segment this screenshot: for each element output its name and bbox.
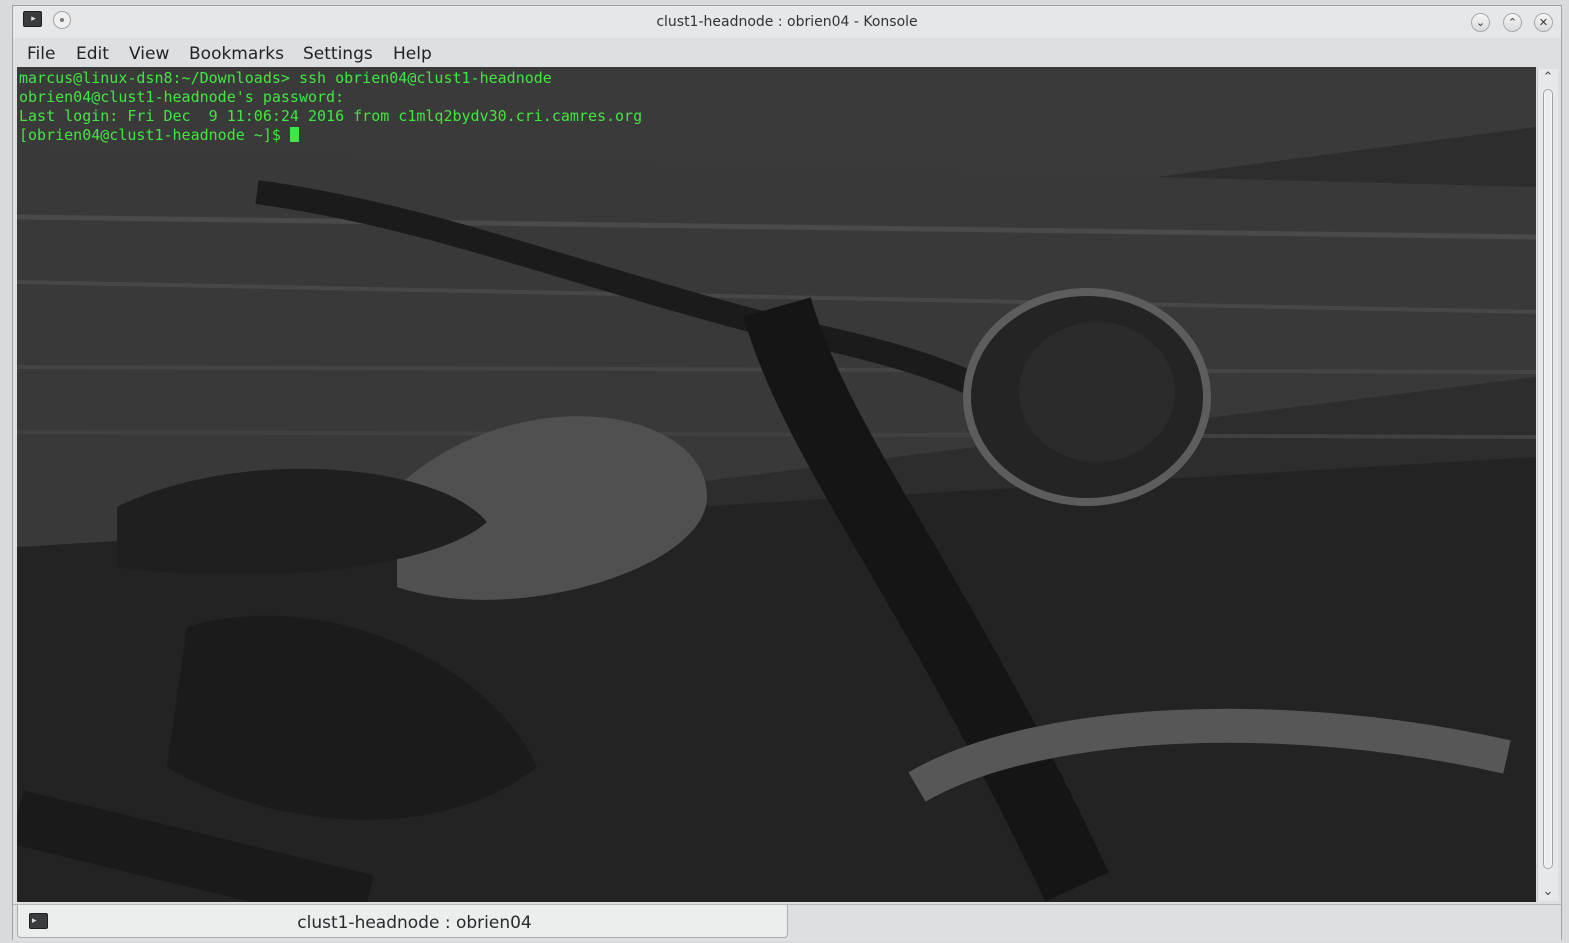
maximize-button[interactable]: ⌃ <box>1503 13 1522 32</box>
menu-file[interactable]: File <box>27 44 55 64</box>
terminal-line: marcus@linux-dsn8:~/Downloads> ssh obrie… <box>19 69 552 87</box>
motorcycle-wallpaper <box>17 67 1536 902</box>
terminal-area[interactable]: marcus@linux-dsn8:~/Downloads> ssh obrie… <box>17 67 1536 902</box>
tab-clust1-headnode[interactable]: ▸ clust1-headnode : obrien04 <box>17 905 788 938</box>
close-button[interactable]: ✕ <box>1534 13 1553 32</box>
menu-bar: File Edit View Bookmarks Settings Help <box>13 40 1561 66</box>
menu-view[interactable]: View <box>129 44 169 64</box>
menu-bookmarks[interactable]: Bookmarks <box>189 44 284 64</box>
scroll-track[interactable] <box>1543 89 1553 869</box>
prompt-text: [obrien04@clust1-headnode ~]$ <box>19 126 290 144</box>
scroll-thumb[interactable] <box>1545 91 1551 867</box>
menu-help[interactable]: Help <box>393 44 432 64</box>
menu-settings[interactable]: Settings <box>303 44 373 64</box>
prompt-line: [obrien04@clust1-headnode ~]$ <box>19 126 642 145</box>
konsole-window: ▸ clust1-headnode : obrien04 - Konsole ⌄… <box>12 5 1562 941</box>
title-bar[interactable]: ▸ clust1-headnode : obrien04 - Konsole ⌄… <box>13 6 1561 38</box>
window-title: clust1-headnode : obrien04 - Konsole <box>656 14 918 30</box>
scroll-up-icon[interactable]: ⌃ <box>1541 71 1555 85</box>
menu-edit[interactable]: Edit <box>76 44 109 64</box>
text-cursor <box>289 127 299 142</box>
tab-label: clust1-headnode : obrien04 <box>297 913 532 933</box>
tab-bar: ▸ clust1-headnode : obrien04 <box>13 904 1561 941</box>
terminal-line: obrien04@clust1-headnode's password: <box>19 88 345 106</box>
vertical-scrollbar[interactable]: ⌃ ⌄ <box>1537 69 1558 901</box>
terminal-line: Last login: Fri Dec 9 11:06:24 2016 from… <box>19 107 643 125</box>
terminal-output: marcus@linux-dsn8:~/Downloads> ssh obrie… <box>19 69 642 145</box>
scroll-down-icon[interactable]: ⌄ <box>1541 885 1555 899</box>
minimize-button[interactable]: ⌄ <box>1471 13 1490 32</box>
